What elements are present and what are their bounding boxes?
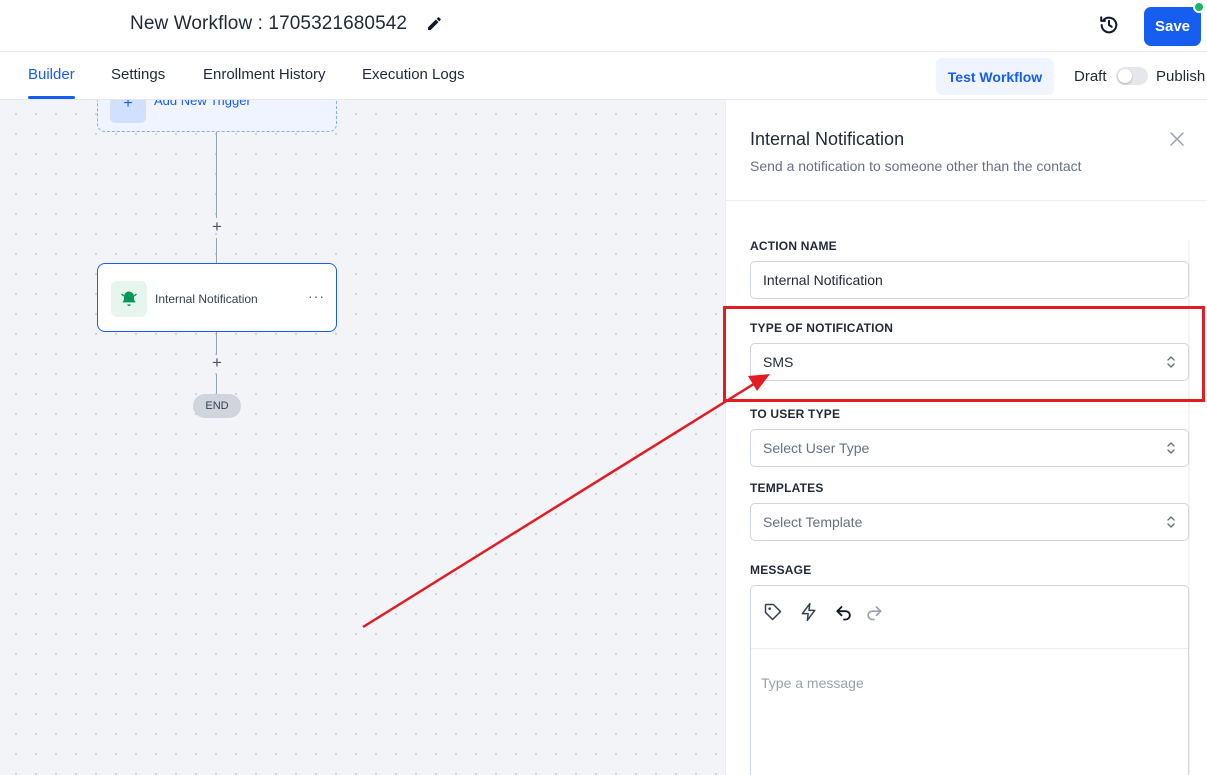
save-button[interactable]: Save: [1144, 7, 1201, 46]
publish-toggle[interactable]: [1116, 67, 1148, 85]
panel-title: Internal Notification: [750, 129, 905, 149]
bell-icon: [121, 291, 137, 307]
redo-icon[interactable]: [864, 602, 884, 622]
user-type-placeholder: Select User Type: [763, 440, 870, 456]
plus-icon: +: [110, 100, 146, 123]
add-action-button[interactable]: +: [210, 354, 224, 371]
active-tab-indicator: [28, 96, 75, 99]
add-trigger-card[interactable]: + Add New Trigger: [97, 100, 337, 132]
templates-select[interactable]: Select Template: [750, 503, 1189, 541]
connector-line: [216, 332, 217, 355]
toggle-knob: [1118, 69, 1132, 83]
workflow-title: New Workflow : 1705321680542: [130, 13, 408, 34]
templates-placeholder: Select Template: [763, 514, 863, 530]
history-icon[interactable]: [1098, 14, 1120, 36]
templates-label: TEMPLATES: [750, 481, 824, 495]
add-trigger-label: Add New Trigger: [154, 100, 251, 108]
undo-icon[interactable]: [834, 602, 854, 622]
tab-enrollment-history[interactable]: Enrollment History: [203, 66, 326, 83]
action-settings-panel: Internal Notification Send a notificatio…: [725, 100, 1207, 775]
tag-icon[interactable]: [763, 602, 783, 622]
top-bar: New Workflow : 1705321680542 Save: [0, 0, 1207, 52]
panel-subtitle: Send a notification to someone other tha…: [750, 158, 1082, 174]
action-name-label: ACTION NAME: [750, 239, 837, 253]
message-placeholder: Type a message: [761, 675, 864, 691]
tab-settings[interactable]: Settings: [111, 66, 165, 83]
end-node: END: [193, 394, 241, 418]
action-name-value: Internal Notification: [763, 272, 883, 288]
message-label: MESSAGE: [750, 563, 812, 577]
action-icon-container: [111, 281, 147, 317]
action-name-input[interactable]: Internal Notification: [750, 261, 1189, 299]
tab-execution-logs[interactable]: Execution Logs: [362, 66, 465, 83]
highlight-box: [723, 306, 1205, 402]
test-workflow-button[interactable]: Test Workflow: [936, 58, 1054, 95]
user-type-label: TO USER TYPE: [750, 407, 841, 421]
connector-line: [216, 374, 217, 394]
close-icon[interactable]: [1168, 130, 1186, 148]
add-action-button[interactable]: +: [210, 218, 224, 235]
tab-builder[interactable]: Builder: [28, 66, 75, 83]
select-arrows-icon: [1167, 442, 1175, 454]
connector-line: [216, 132, 217, 218]
workflow-canvas[interactable]: + Add New Trigger + Internal Notificatio…: [0, 100, 725, 775]
message-editor[interactable]: Type a message: [750, 585, 1189, 775]
bolt-icon[interactable]: [799, 602, 819, 622]
tab-bar: Builder Settings Enrollment History Exec…: [0, 52, 1207, 100]
action-node-internal-notification[interactable]: Internal Notification ···: [97, 263, 337, 332]
publish-label: Publish: [1156, 68, 1206, 85]
status-indicator: [1193, 1, 1205, 13]
draft-label: Draft: [1074, 68, 1107, 85]
message-toolbar: [751, 586, 1188, 649]
action-node-label: Internal Notification: [155, 292, 258, 306]
more-options-icon[interactable]: ···: [308, 288, 325, 304]
divider: [726, 200, 1207, 201]
pencil-icon[interactable]: [425, 15, 443, 33]
connector-line: [216, 238, 217, 263]
select-arrows-icon: [1167, 516, 1175, 528]
user-type-select[interactable]: Select User Type: [750, 429, 1189, 467]
